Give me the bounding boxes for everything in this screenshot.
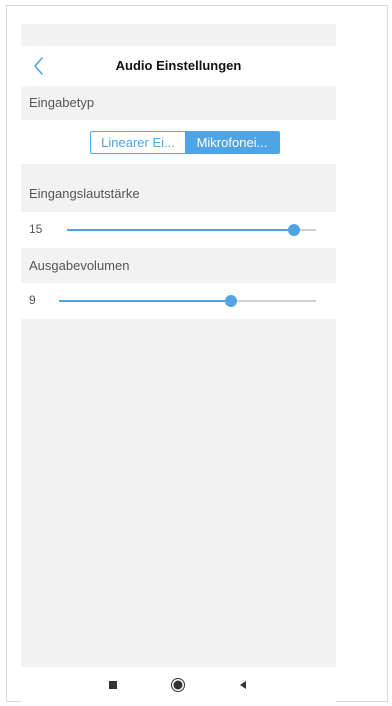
segment-line-in[interactable]: Linearer Ei... xyxy=(91,132,185,153)
input-type-row: Linearer Ei... Mikrofonei... xyxy=(21,120,336,164)
segment-microphone[interactable]: Mikrofonei... xyxy=(185,132,279,153)
input-type-label: Eingabetyp xyxy=(21,86,336,120)
output-volume-value: 9 xyxy=(29,293,36,307)
input-volume-thumb[interactable] xyxy=(287,224,300,236)
home-button[interactable] xyxy=(169,676,187,694)
output-volume-fill xyxy=(59,300,232,302)
input-volume-label: Eingangslautstärke xyxy=(21,176,336,212)
triangle-back-icon xyxy=(240,681,246,689)
input-type-segmented-control: Linearer Ei... Mikrofonei... xyxy=(90,131,280,154)
header-bar: Audio Einstellungen xyxy=(21,46,336,86)
recent-apps-button[interactable] xyxy=(104,676,122,694)
output-volume-label: Ausgabevolumen xyxy=(21,248,336,283)
input-volume-value: 15 xyxy=(29,222,43,236)
circle-icon xyxy=(171,678,185,692)
output-volume-slider[interactable] xyxy=(59,295,316,307)
input-volume-fill xyxy=(67,229,294,231)
app-screen: Audio Einstellungen Eingabetyp Linearer … xyxy=(21,24,336,667)
square-icon xyxy=(109,681,117,689)
output-volume-thumb[interactable] xyxy=(225,295,238,307)
input-volume-row: 15 xyxy=(21,212,336,248)
back-nav-button[interactable] xyxy=(234,676,252,694)
system-navigation-bar xyxy=(21,667,336,702)
output-volume-row: 9 xyxy=(21,283,336,319)
input-volume-slider[interactable] xyxy=(67,224,316,236)
page-title: Audio Einstellungen xyxy=(115,58,242,73)
